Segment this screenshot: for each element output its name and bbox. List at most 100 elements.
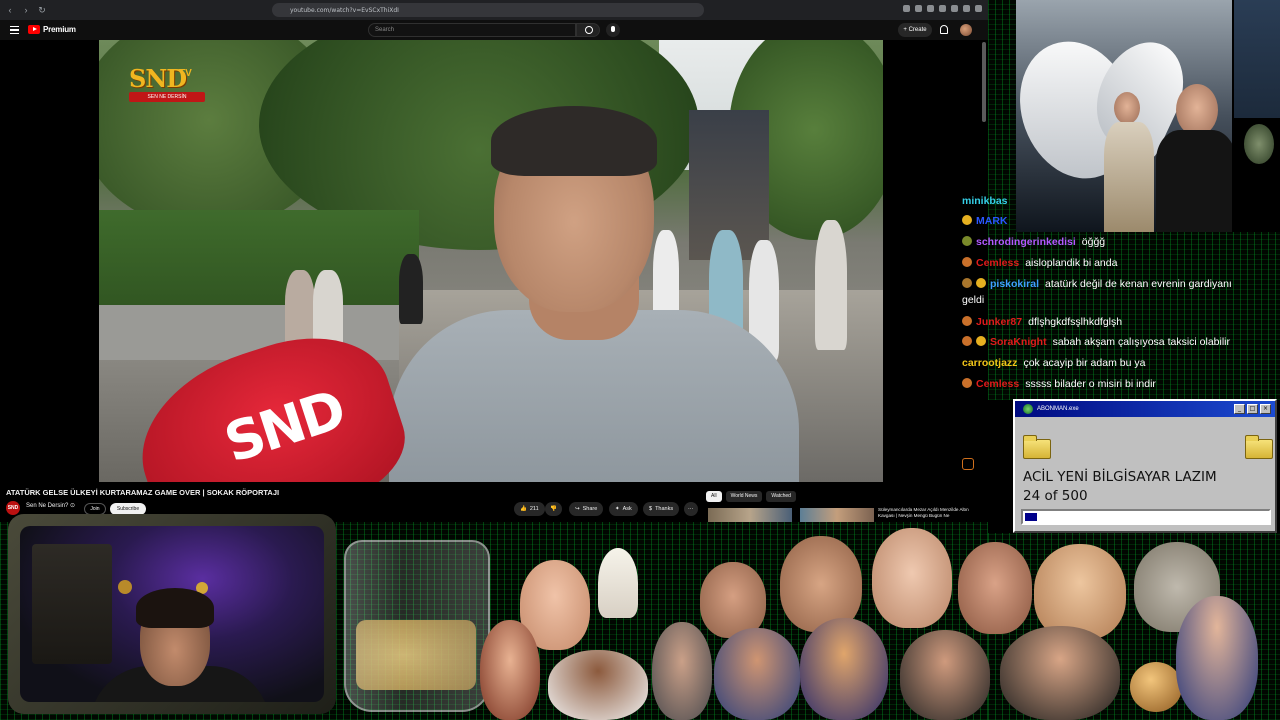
menu-kebab-icon[interactable] bbox=[975, 5, 982, 12]
donation-goal-count: 24 of 500 bbox=[1023, 488, 1088, 504]
extension-icon[interactable] bbox=[903, 5, 910, 12]
chat-username[interactable]: carrootjazz bbox=[962, 357, 1017, 369]
video-bystander bbox=[815, 220, 847, 350]
donation-goal-window: ABONMAN.exe _ □ × ACİL YENİ BİLGİSAYAR L… bbox=[1013, 399, 1277, 533]
share-button[interactable]: ↪ Share bbox=[569, 502, 604, 516]
notifications-bell-icon[interactable] bbox=[940, 25, 948, 34]
chat-text-continuation: geldi bbox=[962, 294, 985, 306]
maximize-icon[interactable]: □ bbox=[1247, 404, 1258, 414]
microphone-icon[interactable] bbox=[606, 23, 620, 37]
extension-icon[interactable] bbox=[939, 5, 946, 12]
chat-username[interactable]: Cemless bbox=[976, 378, 1019, 390]
meme-face bbox=[958, 542, 1032, 634]
chat-text: sssss bilader o misiri bi indir bbox=[1025, 378, 1156, 390]
chat-username[interactable]: SoraKnight bbox=[990, 336, 1047, 348]
streamer-hair bbox=[136, 588, 214, 628]
forward-icon[interactable]: › bbox=[20, 4, 32, 16]
webcam-frame bbox=[8, 514, 336, 714]
webcam-shelf bbox=[32, 544, 112, 664]
angel-robe bbox=[1104, 122, 1154, 232]
channel-watermark-logo: SND TV SEN NE DERSİN bbox=[129, 64, 207, 106]
chat-username[interactable]: schrodingerinkedisi bbox=[976, 236, 1076, 248]
extension-icon[interactable] bbox=[927, 5, 934, 12]
chat-username[interactable]: MARK bbox=[976, 215, 1008, 227]
hamburger-menu-icon[interactable] bbox=[10, 26, 19, 34]
video-hedge bbox=[99, 210, 419, 320]
address-bar[interactable]: youtube.com/watch?v=EvSCxThiXdI bbox=[272, 3, 704, 17]
chat-message: Cemless aisloplandik bi anda bbox=[962, 257, 1117, 269]
chip-watched[interactable]: Watched bbox=[766, 491, 796, 502]
video-title: ATATÜRK GELSE ÜLKEYİ KURTARAMAZ GAME OVE… bbox=[6, 488, 280, 497]
chat-text: aisloplandik bi anda bbox=[1025, 257, 1118, 269]
folder-icon bbox=[1023, 435, 1051, 459]
ask-button[interactable]: ✦ Ask bbox=[609, 502, 638, 516]
thanks-button[interactable]: $ Thanks bbox=[643, 502, 680, 516]
chat-username[interactable]: piskokiral bbox=[990, 278, 1039, 290]
chip-world-news[interactable]: World News bbox=[725, 491, 763, 502]
chat-message: SoraKnight sabah akşam çalışıyosa taksici… bbox=[962, 336, 1230, 348]
chat-text: atatürk değil de kenan evrenin gardiyanı bbox=[1045, 278, 1232, 290]
youtube-brand-label: Premium bbox=[43, 25, 76, 34]
chat-text: öğğğ bbox=[1081, 236, 1106, 248]
share-icon: ↪ bbox=[575, 506, 580, 512]
channel-avatar[interactable]: SND bbox=[6, 501, 20, 515]
chat-username[interactable]: minikbas bbox=[962, 195, 1008, 207]
meme-ice-cream bbox=[598, 548, 638, 618]
meme-face bbox=[480, 620, 540, 720]
webcam-decoration bbox=[118, 580, 132, 594]
chat-text: dflşhgkdfsşlhkdfglşh bbox=[1028, 316, 1123, 328]
chat-username[interactable]: Junker87 bbox=[976, 316, 1022, 328]
meme-face bbox=[872, 528, 952, 628]
meme-crystal-ball bbox=[1130, 662, 1182, 712]
extension-icon[interactable] bbox=[915, 5, 922, 12]
subscriber-badge-icon bbox=[962, 215, 972, 225]
dislike-button[interactable]: 👎 bbox=[545, 502, 562, 516]
channel-name[interactable]: Sen Ne Dersin? ⊙ bbox=[26, 502, 75, 509]
back-icon[interactable]: ‹ bbox=[4, 4, 16, 16]
youtube-header: Premium Search + Create bbox=[0, 20, 988, 40]
overlay-artwork-side bbox=[1234, 0, 1280, 118]
like-count: 211 bbox=[529, 506, 539, 512]
url-text: youtube.com/watch?v=EvSCxThiXdI bbox=[290, 6, 399, 14]
extension-icons bbox=[903, 5, 982, 12]
subscriber-badge-icon bbox=[962, 316, 972, 326]
supporter-badge-icon bbox=[976, 278, 986, 288]
orange-logo-icon bbox=[962, 458, 974, 470]
chat-message: MARK bbox=[962, 215, 1014, 227]
more-actions-button[interactable]: ⋯ bbox=[684, 502, 698, 516]
user-avatar[interactable] bbox=[960, 24, 972, 36]
chat-message: carrootjazz çok acayip bir adam bu ya bbox=[962, 357, 1145, 369]
chat-message: Cemless sssss bilader o misiri bi indir bbox=[962, 378, 1156, 390]
reload-icon[interactable]: ↻ bbox=[36, 4, 48, 16]
glass-jar-image bbox=[344, 540, 490, 712]
close-icon[interactable]: × bbox=[1260, 404, 1271, 414]
search-input[interactable]: Search bbox=[368, 23, 576, 37]
create-button[interactable]: + Create bbox=[898, 23, 932, 37]
chat-username[interactable]: Cemless bbox=[976, 257, 1019, 269]
chat-message: minikbas bbox=[962, 195, 1014, 207]
video-bystander bbox=[399, 254, 423, 324]
thanks-icon: $ bbox=[649, 506, 653, 512]
subscriber-badge-icon bbox=[962, 236, 972, 246]
minimize-icon[interactable]: _ bbox=[1234, 404, 1245, 414]
extension-icon[interactable] bbox=[951, 5, 958, 12]
youtube-play-icon bbox=[28, 25, 40, 34]
subscriber-badge-icon bbox=[962, 336, 972, 346]
overlay-face bbox=[1244, 124, 1274, 164]
donation-goal-text: ACİL YENİ BİLGİSAYAR LAZIM bbox=[1023, 469, 1217, 485]
recommendation-title[interactable]: Süleymancılarda Mezar Açıldı Menzilde Al… bbox=[878, 507, 978, 519]
youtube-logo[interactable]: Premium bbox=[28, 25, 76, 34]
chat-message: Junker87 dflşhgkdfsşlhkdfglşh bbox=[962, 316, 1122, 328]
thumbs-down-icon: 👎 bbox=[550, 506, 557, 512]
extension-icon[interactable] bbox=[963, 5, 970, 12]
window-title: ABONMAN.exe bbox=[1037, 406, 1079, 412]
video-player[interactable]: SND SND TV SEN NE DERSİN bbox=[99, 40, 883, 482]
subscriber-badge-icon bbox=[962, 378, 972, 388]
chip-all[interactable]: All bbox=[706, 491, 722, 502]
browser-toolbar: ‹ › ↻ youtube.com/watch?v=EvSCxThiXdI bbox=[0, 0, 988, 20]
search-icon[interactable] bbox=[576, 23, 600, 37]
meme-face bbox=[1176, 596, 1258, 720]
watermark-snd: SND bbox=[129, 64, 187, 93]
like-button[interactable]: 👍 211 bbox=[514, 502, 545, 516]
page-scrollbar[interactable] bbox=[982, 42, 986, 122]
